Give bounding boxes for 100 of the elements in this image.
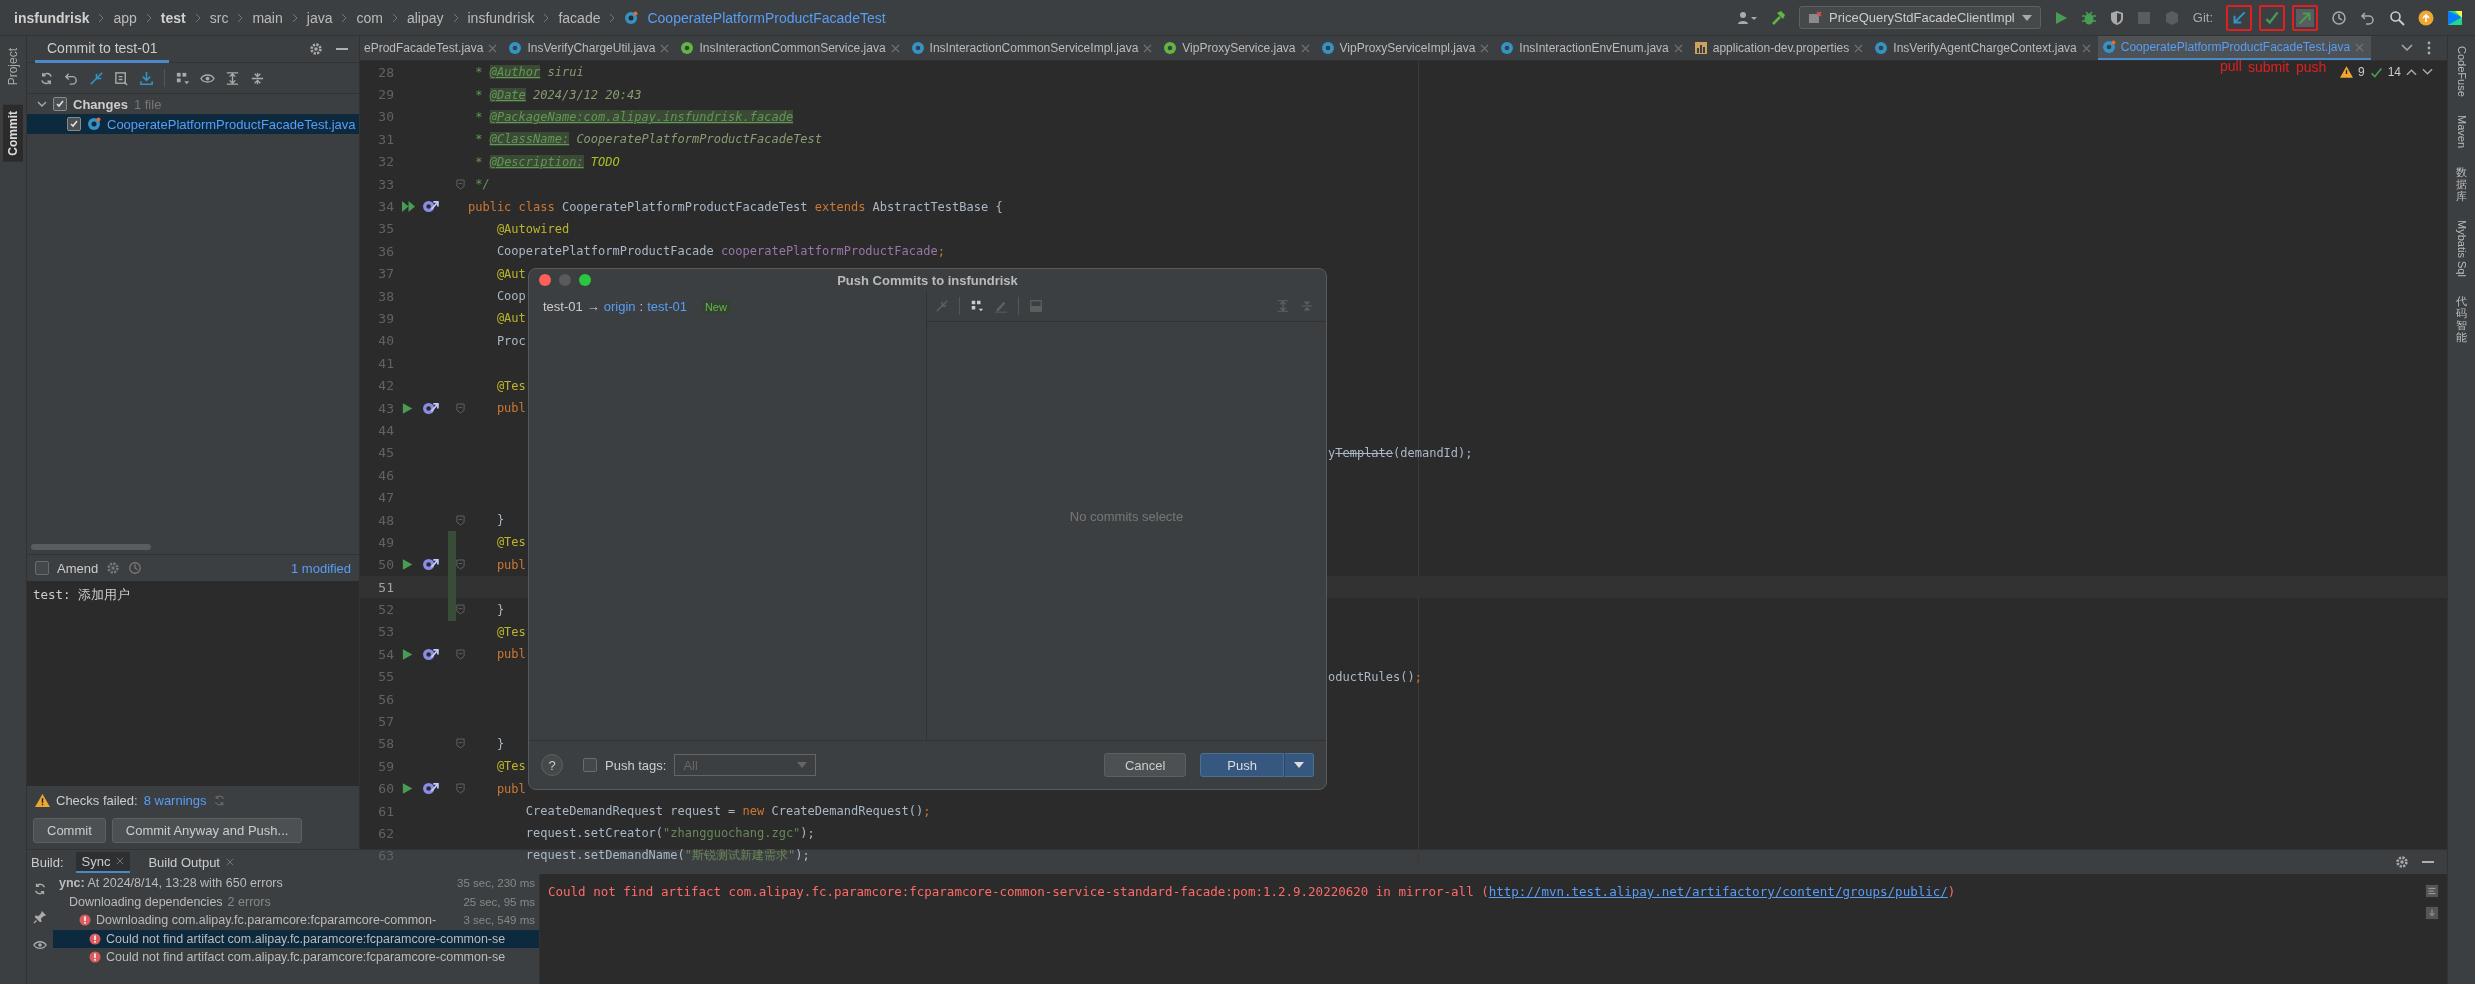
- settings-icon[interactable]: [309, 42, 323, 56]
- run-icon[interactable]: [2053, 10, 2068, 25]
- panel-tab[interactable]: Build Output: [142, 852, 240, 872]
- editor-tab[interactable]: InsInteractionCommonServiceImpl.java: [906, 36, 1160, 60]
- run-icon[interactable]: [402, 647, 414, 661]
- coverage-icon[interactable]: [2109, 9, 2124, 26]
- navigate-icon[interactable]: [422, 200, 439, 214]
- close-icon[interactable]: [1143, 43, 1153, 53]
- breadcrumb-item[interactable]: java: [306, 9, 333, 26]
- scroll-end-icon[interactable]: [2425, 906, 2439, 920]
- breadcrumb-item[interactable]: src: [209, 9, 229, 26]
- help-button[interactable]: ?: [541, 754, 563, 776]
- amend-checkbox[interactable]: [35, 561, 49, 575]
- fold-icon[interactable]: [456, 604, 465, 616]
- changelist-name[interactable]: Changes: [73, 96, 128, 112]
- editor-tab[interactable]: VipProxyServiceImpl.java: [1316, 36, 1497, 60]
- fold-icon[interactable]: [456, 402, 465, 414]
- navigate-icon[interactable]: [422, 401, 439, 415]
- run-icon[interactable]: [402, 558, 414, 572]
- tool-window-tab[interactable]: 数据库: [2456, 165, 2467, 203]
- navigate-icon[interactable]: [422, 558, 439, 572]
- change-marker[interactable]: [448, 598, 456, 621]
- fold-icon[interactable]: [456, 783, 465, 795]
- breadcrumb-item[interactable]: app: [113, 9, 137, 26]
- run-icon[interactable]: [402, 401, 414, 415]
- history-icon[interactable]: [128, 561, 143, 575]
- editor-tab[interactable]: eProdFacadeTest.java: [360, 36, 505, 60]
- tool-window-tab[interactable]: Mybatis Sql: [2455, 220, 2468, 277]
- push-tags-checkbox[interactable]: [583, 758, 597, 772]
- more-icon[interactable]: [2427, 41, 2431, 55]
- editor-tab[interactable]: application-dev.properties: [1689, 36, 1871, 60]
- breadcrumb-item[interactable]: test: [160, 9, 186, 26]
- breadcrumb-item[interactable]: insfundrisk: [467, 9, 535, 26]
- editor-tab[interactable]: InsInteractionEnvEnum.java: [1496, 36, 1690, 60]
- commit-button[interactable]: Commit: [33, 818, 106, 843]
- user-icon[interactable]: [1737, 10, 1758, 25]
- warning-icon[interactable]: [2339, 66, 2353, 78]
- breadcrumb-item[interactable]: CooperatePlatformProductFacadeTest: [647, 9, 886, 26]
- fold-icon[interactable]: [456, 178, 465, 190]
- refresh-icon[interactable]: [39, 70, 54, 86]
- tool-window-tab[interactable]: Project: [3, 42, 23, 92]
- shelve-icon[interactable]: [114, 70, 129, 86]
- zoom-window-button[interactable]: [579, 274, 591, 286]
- run-configuration-dropdown[interactable]: PriceQueryStdFacadeClientImpl: [1799, 6, 2041, 29]
- close-icon[interactable]: [1854, 43, 1864, 53]
- panel-tab[interactable]: Sync: [75, 851, 131, 873]
- previous-icon[interactable]: [2406, 68, 2417, 76]
- cancel-button[interactable]: Cancel: [1103, 753, 1187, 777]
- tree-row[interactable]: Downloading com.alipay.fc.paramcore:fcparamcore-common- 3 sec, 549 ms: [53, 911, 539, 930]
- rollback-icon[interactable]: [2360, 9, 2376, 26]
- close-icon[interactable]: [2081, 43, 2091, 53]
- commit-button[interactable]: Commit Anyway and Push...: [111, 818, 303, 843]
- group-by-icon[interactable]: [175, 70, 190, 86]
- settings-icon[interactable]: [106, 561, 121, 575]
- target-branch-link[interactable]: test-01: [647, 299, 687, 314]
- close-window-button[interactable]: [539, 274, 551, 286]
- breadcrumb-item[interactable]: alipay: [406, 9, 444, 26]
- repository-link[interactable]: http://mvn.test.alipay.net/artifactory/content/groups/public/: [1488, 884, 1948, 899]
- passed-count[interactable]: 14: [2387, 65, 2401, 79]
- eye-icon[interactable]: [33, 938, 47, 952]
- group-by-icon[interactable]: [970, 299, 984, 313]
- commit-message-field[interactable]: test: 添加用户: [33, 587, 131, 602]
- editor-tab[interactable]: CooperatePlatformProductFacadeTest.java: [2097, 36, 2372, 60]
- logo-icon[interactable]: [2447, 9, 2463, 26]
- breadcrumb-item[interactable]: facade: [558, 9, 601, 26]
- panel-title[interactable]: Commit to test-01: [35, 35, 170, 63]
- navigate-icon[interactable]: [422, 782, 439, 796]
- update-icon[interactable]: [2418, 9, 2434, 26]
- settings-icon[interactable]: [2395, 855, 2409, 869]
- fold-icon[interactable]: [456, 514, 465, 526]
- warning-count[interactable]: 9: [2357, 65, 2365, 79]
- download-icon[interactable]: [139, 70, 154, 86]
- tree-row[interactable]: Downloading dependencies 2 errors 25 sec, 95 ms: [53, 892, 539, 911]
- navigate-icon[interactable]: [422, 647, 439, 661]
- editor-tab[interactable]: VipProxyService.java: [1159, 36, 1317, 60]
- expand-all-icon[interactable]: [225, 70, 240, 86]
- next-icon[interactable]: [2422, 68, 2433, 76]
- wrap-icon[interactable]: [2425, 884, 2439, 898]
- scrollbar[interactable]: [31, 544, 151, 550]
- changes-checkbox[interactable]: [53, 97, 67, 111]
- close-icon[interactable]: [1300, 43, 1310, 53]
- chevron-down-icon[interactable]: [2401, 44, 2413, 52]
- tool-window-tab[interactable]: 代码智能: [2456, 294, 2467, 344]
- tool-window-tab[interactable]: Maven: [2455, 114, 2468, 148]
- debug-icon[interactable]: [2080, 9, 2097, 26]
- close-icon[interactable]: [660, 43, 670, 53]
- breadcrumb-item[interactable]: insfundrisk: [14, 9, 90, 26]
- file-checkbox[interactable]: [67, 117, 81, 131]
- tree-row[interactable]: Could not find artifact com.alipay.fc.paramcore:fcparamcore-common-se: [53, 929, 539, 948]
- hammer-icon[interactable]: [1770, 9, 1787, 26]
- tool-window-tab[interactable]: CodeFuse: [2455, 46, 2468, 97]
- change-marker[interactable]: [448, 531, 456, 554]
- run-all-icon[interactable]: [400, 200, 416, 214]
- collapse-all-icon[interactable]: [250, 70, 265, 86]
- editor-tab[interactable]: InsInteractionCommonService.java: [676, 36, 907, 60]
- modified-link[interactable]: 1 modified: [291, 560, 351, 576]
- push-options-button[interactable]: [1284, 753, 1314, 777]
- fold-icon[interactable]: [456, 648, 465, 660]
- close-icon[interactable]: [890, 43, 900, 53]
- close-icon[interactable]: [1673, 43, 1683, 53]
